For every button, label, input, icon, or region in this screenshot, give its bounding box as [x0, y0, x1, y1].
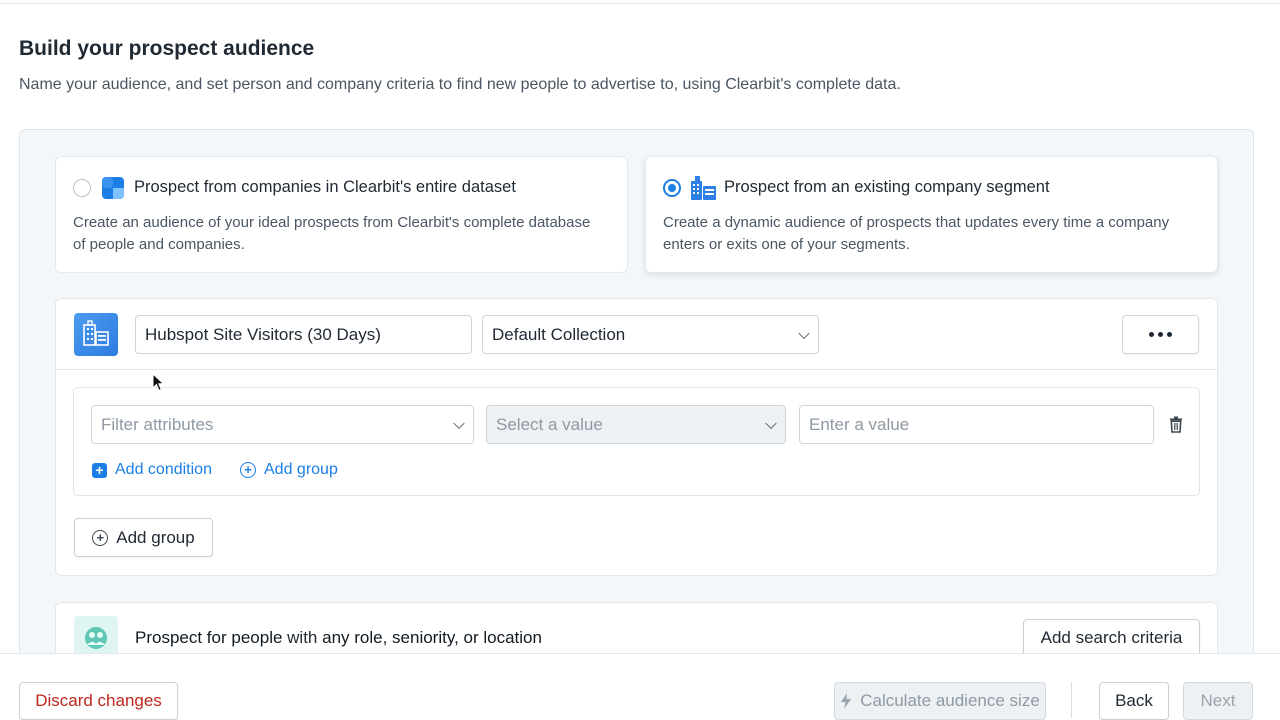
page-subtitle: Name your audience, and set person and c…	[19, 76, 901, 93]
plus-circle-icon: +	[92, 529, 109, 546]
dataset-icon	[102, 177, 124, 199]
footer-bar: Discard changes Calculate audience size …	[0, 653, 1280, 720]
add-group-button-label: Add group	[116, 527, 195, 547]
option-card-dataset[interactable]: Prospect from companies in Clearbit's en…	[55, 156, 628, 273]
people-connector-text: with	[282, 628, 323, 647]
lightning-icon	[841, 693, 852, 709]
segment-panel: Hubspot Site Visitors (30 Days) Default …	[55, 298, 1218, 576]
plus-square-icon: +	[92, 462, 107, 478]
trash-icon[interactable]	[1169, 416, 1183, 433]
calculate-audience-size-label: Calculate audience size	[860, 691, 1040, 710]
option-radio-segment[interactable]	[663, 179, 681, 197]
value-placeholder: Enter a value	[809, 414, 910, 434]
option-description-segment: Create a dynamic audience of prospects t…	[663, 214, 1170, 253]
chevron-down-icon	[798, 327, 810, 339]
option-title-dataset: Prospect from companies in Clearbit's en…	[134, 178, 516, 196]
plus-circle-icon: +	[240, 462, 256, 478]
back-button[interactable]: Back	[1099, 682, 1169, 720]
discard-changes-label: Discard changes	[35, 691, 162, 710]
footer-divider	[1071, 682, 1072, 718]
add-condition-label: Add condition	[115, 461, 212, 478]
back-label: Back	[1115, 691, 1153, 710]
chevron-down-icon	[765, 417, 777, 429]
next-label: Next	[1200, 691, 1236, 710]
more-dot-icon	[1149, 332, 1154, 337]
people-criteria-summary: Prospect for people with any role, senio…	[135, 628, 542, 648]
segment-building-icon	[74, 313, 118, 356]
more-dot-icon	[1167, 332, 1172, 337]
people-criteria-text[interactable]: any role, seniority, or location	[322, 628, 542, 647]
segment-name-input[interactable]: Hubspot Site Visitors (30 Days)	[135, 315, 472, 354]
more-dot-icon	[1158, 332, 1163, 337]
option-radio-dataset[interactable]	[73, 179, 91, 197]
segment-name-value: Hubspot Site Visitors (30 Days)	[145, 324, 381, 344]
collection-select-value: Default Collection	[492, 324, 626, 344]
chevron-down-icon	[453, 417, 465, 429]
option-description-dataset: Create an audience of your ideal prospec…	[73, 214, 591, 253]
top-divider	[0, 0, 1280, 4]
option-title-segment: Prospect from an existing company segmen…	[724, 178, 1050, 196]
segment-header: Hubspot Site Visitors (30 Days) Default …	[56, 299, 1217, 370]
discard-changes-button[interactable]: Discard changes	[19, 682, 178, 720]
condition-group: Filter attributes Select a value Enter a…	[73, 387, 1200, 496]
operator-select[interactable]: Select a value	[486, 405, 786, 444]
people-lead-text: Prospect for people	[135, 628, 283, 647]
option-card-segment[interactable]: Prospect from an existing company segmen…	[645, 156, 1218, 273]
mouse-cursor-icon	[152, 373, 165, 392]
building-segment-icon	[691, 176, 716, 200]
more-options-button[interactable]	[1122, 315, 1199, 354]
filter-attributes-placeholder: Filter attributes	[101, 414, 214, 434]
add-search-criteria-button[interactable]: Add search criteria	[1023, 619, 1200, 657]
add-group-link[interactable]: + Add group	[240, 461, 338, 479]
add-group-button[interactable]: + Add group	[74, 518, 213, 557]
collection-select[interactable]: Default Collection	[482, 315, 819, 354]
calculate-audience-size-button[interactable]: Calculate audience size	[834, 682, 1046, 720]
operator-placeholder: Select a value	[496, 414, 603, 434]
add-condition-link[interactable]: + Add condition	[92, 461, 212, 479]
value-input[interactable]: Enter a value	[799, 405, 1154, 444]
page-title: Build your prospect audience	[19, 37, 315, 60]
add-search-criteria-label: Add search criteria	[1040, 628, 1183, 647]
add-group-link-label: Add group	[264, 461, 338, 478]
next-button[interactable]: Next	[1183, 682, 1253, 720]
filter-attributes-select[interactable]: Filter attributes	[91, 405, 474, 444]
